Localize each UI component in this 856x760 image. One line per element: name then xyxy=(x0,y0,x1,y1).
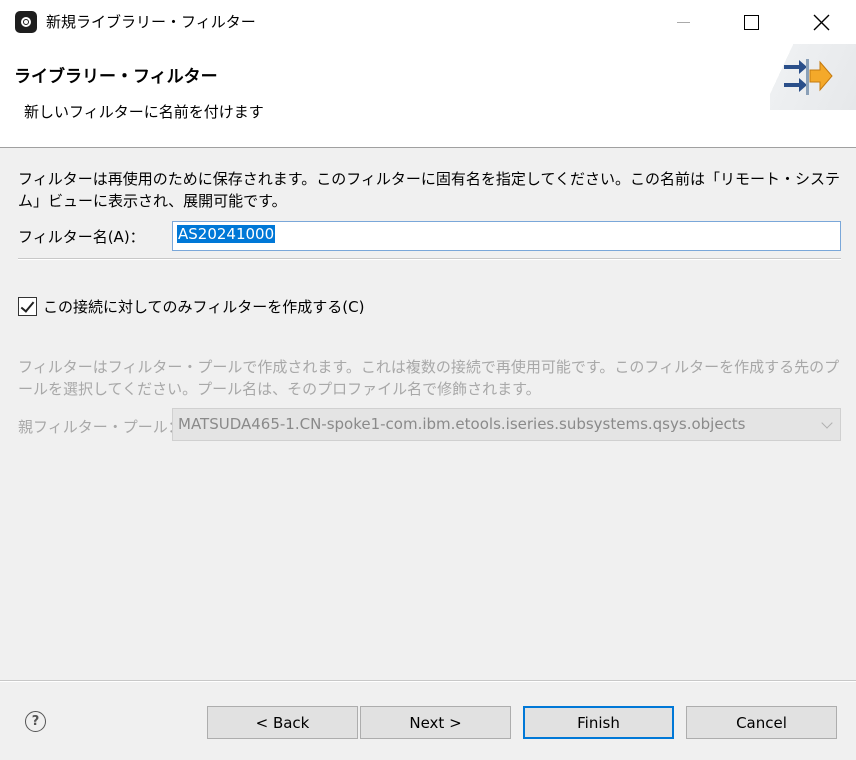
page-description: 新しいフィルターに名前を付けます xyxy=(24,103,264,121)
connection-only-checkbox[interactable] xyxy=(18,297,37,316)
next-button[interactable]: Next > xyxy=(360,706,511,739)
finish-button[interactable]: Finish xyxy=(523,706,674,739)
close-icon xyxy=(813,14,829,30)
minimize-icon xyxy=(676,21,690,23)
cancel-button[interactable]: Cancel xyxy=(686,706,837,739)
wizard-header: ライブラリー・フィルター 新しいフィルターに名前を付けます xyxy=(0,44,856,148)
page-title: ライブラリー・フィルター xyxy=(14,67,218,87)
filter-pool-description: フィルターはフィルター・プールで作成されます。これは複数の接続で再使用可能です。… xyxy=(18,358,840,398)
wizard-arrows-icon xyxy=(784,59,833,95)
maximize-button[interactable] xyxy=(723,0,779,44)
header-banner xyxy=(770,44,856,110)
separator xyxy=(18,258,841,260)
help-icon[interactable]: ? xyxy=(25,711,46,732)
maximize-icon xyxy=(743,14,759,30)
back-button[interactable]: < Back xyxy=(207,706,358,739)
close-button[interactable] xyxy=(793,0,849,44)
filter-name-description: フィルターは再使用のために保存されます。このフィルターに固有名を指定してください… xyxy=(18,170,841,210)
minimize-button[interactable] xyxy=(655,0,711,44)
footer-separator xyxy=(0,680,856,682)
filter-name-value: AS20241000 xyxy=(177,225,276,243)
window-title: 新規ライブラリー・フィルター xyxy=(46,13,256,31)
filter-pool-value: MATSUDA465-1.CN-spoke1-com.ibm.etools.is… xyxy=(178,415,746,433)
chevron-down-icon xyxy=(821,417,833,429)
connection-only-label[interactable]: この接続に対してのみフィルターを作成する(C) xyxy=(43,296,364,317)
filter-pool-select[interactable]: MATSUDA465-1.CN-spoke1-com.ibm.etools.is… xyxy=(172,408,841,441)
filter-name-label: フィルター名(A)： xyxy=(18,228,145,246)
title-bar: 新規ライブラリー・フィルター xyxy=(0,0,856,44)
app-icon xyxy=(15,11,37,33)
filter-name-input[interactable]: AS20241000 xyxy=(172,221,841,251)
filter-pool-label: 親フィルター・プール： xyxy=(18,418,183,436)
